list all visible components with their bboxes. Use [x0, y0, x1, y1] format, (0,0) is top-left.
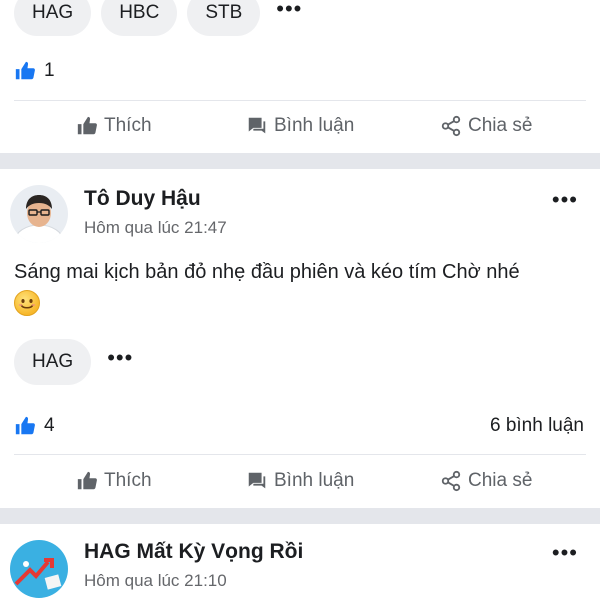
share-icon	[441, 470, 461, 492]
news-feed: HAG HBC STB ••• 1 Thích Bình luận Chia s…	[0, 0, 600, 600]
post-options-button[interactable]: •••	[552, 187, 578, 213]
post-timestamp[interactable]: Hôm qua lúc 21:10	[84, 571, 227, 591]
share-button[interactable]: Chia sẻ	[440, 470, 532, 492]
post-3: HAG Mất Kỳ Vọng Rồi Hôm qua lúc 21:10 ••…	[0, 524, 600, 600]
tag-row: HAG •••	[14, 339, 133, 385]
thumbs-up-icon	[77, 116, 97, 135]
post-body: Sáng mai kịch bản đỏ nhẹ đầu phiên và ké…	[14, 257, 582, 317]
tag-chip[interactable]: STB	[187, 0, 261, 36]
comment-count[interactable]: 6 bình luận	[490, 415, 584, 437]
comment-bubble-icon	[248, 472, 266, 489]
avatar[interactable]	[10, 185, 68, 243]
reactions-row[interactable]: 1	[14, 56, 584, 86]
share-label: Chia sẻ	[468, 470, 533, 491]
tag-row: HAG HBC STB •••	[14, 0, 302, 36]
comment-label: Bình luận	[274, 115, 355, 136]
post-text: Sáng mai kịch bản đỏ nhẹ đầu phiên và ké…	[14, 261, 520, 283]
thumbs-up-icon	[77, 471, 97, 490]
author-name[interactable]: Tô Duy Hậu	[84, 187, 201, 211]
post-2: Tô Duy Hậu Hôm qua lúc 21:47 ••• Sáng ma…	[0, 169, 600, 507]
post-separator	[0, 508, 600, 524]
avatar[interactable]	[10, 540, 68, 598]
tag-chip[interactable]: HBC	[101, 0, 178, 36]
tag-chip[interactable]: HAG	[14, 339, 92, 385]
post-timestamp[interactable]: Hôm qua lúc 21:47	[84, 218, 227, 238]
thumbs-up-icon	[14, 60, 36, 82]
post-separator	[0, 153, 600, 169]
author-name[interactable]: HAG Mất Kỳ Vọng Rồi	[84, 540, 303, 564]
comment-label: Bình luận	[274, 470, 355, 491]
more-tags-button[interactable]: •••	[276, 0, 302, 30]
post-1: HAG HBC STB ••• 1 Thích Bình luận Chia s…	[0, 0, 600, 152]
like-count: 4	[44, 415, 55, 436]
like-count: 1	[44, 60, 55, 81]
tag-chip[interactable]: HAG	[14, 0, 92, 36]
like-button[interactable]: Thích	[76, 470, 152, 492]
like-button[interactable]: Thích	[76, 115, 152, 137]
more-tags-button[interactable]: •••	[107, 345, 133, 379]
reactions-row[interactable]: 4 6 bình luận	[14, 411, 584, 441]
action-bar: Thích Bình luận Chia sẻ	[0, 100, 600, 152]
share-button[interactable]: Chia sẻ	[440, 115, 532, 137]
post-options-button[interactable]: •••	[552, 540, 578, 566]
like-label: Thích	[104, 115, 152, 136]
share-label: Chia sẻ	[468, 115, 533, 136]
share-icon	[441, 115, 461, 137]
action-bar: Thích Bình luận Chia sẻ	[0, 455, 600, 507]
comment-bubble-icon	[248, 117, 266, 134]
comment-button[interactable]: Bình luận	[246, 115, 354, 137]
smiling-face-emoji-icon	[14, 289, 40, 316]
like-label: Thích	[104, 470, 152, 491]
comment-button[interactable]: Bình luận	[246, 470, 354, 492]
thumbs-up-icon	[14, 415, 36, 437]
